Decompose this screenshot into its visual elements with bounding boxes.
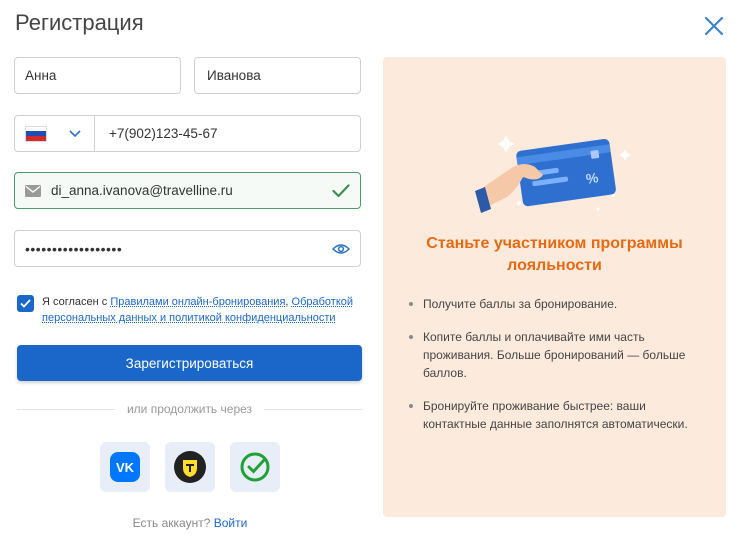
loyalty-card-illustration: %	[475, 135, 631, 213]
password-value: ••••••••••••••••••	[25, 240, 123, 257]
phone-input[interactable]: +7(902)123-45-67	[95, 126, 217, 141]
close-icon[interactable]	[704, 16, 724, 36]
check-icon	[332, 183, 350, 197]
loyalty-promo-panel: % Станьте участником программы лояльност…	[383, 57, 726, 517]
social-divider: или продолжить через	[17, 402, 362, 416]
last-name-value: Иванова	[207, 68, 261, 83]
mail-icon	[25, 184, 41, 197]
tinkoff-icon	[174, 451, 206, 483]
dialog-title: Регистрация	[15, 10, 144, 35]
promo-bullet: Копите баллы и оплачивайте ими часть про…	[409, 328, 709, 382]
promo-bullet: Бронируйте проживание быстрее: ваши конт…	[409, 397, 709, 433]
consent-text: Я согласен с Правилами онлайн-бронирован…	[42, 294, 362, 326]
divider-text: или продолжить через	[126, 402, 253, 416]
vk-login-button[interactable]: VK	[100, 442, 150, 492]
svg-text:VK: VK	[116, 460, 135, 475]
consent-checkbox[interactable]	[17, 295, 34, 312]
chevron-down-icon	[69, 129, 81, 137]
consent-prefix: Я согласен с	[42, 296, 111, 308]
email-input[interactable]: di_anna.ivanova@travelline.ru	[14, 172, 361, 209]
first-name-value: Анна	[25, 68, 57, 83]
login-link[interactable]: Войти	[214, 516, 248, 530]
phone-field: +7(902)123-45-67	[14, 115, 361, 152]
sber-icon	[240, 452, 270, 482]
promo-bullets: Получите баллы за бронирование. Копите б…	[409, 295, 709, 448]
email-value: di_anna.ivanova@travelline.ru	[51, 183, 233, 198]
sber-login-button[interactable]	[230, 442, 280, 492]
register-button[interactable]: Зарегистрироваться	[17, 345, 362, 381]
login-prompt: Есть аккаунт?	[132, 516, 211, 530]
vk-icon: VK	[110, 452, 140, 482]
russia-flag-icon	[25, 125, 47, 142]
first-name-input[interactable]: Анна	[14, 57, 181, 94]
eye-icon[interactable]	[332, 243, 350, 255]
last-name-input[interactable]: Иванова	[194, 57, 361, 94]
booking-rules-link[interactable]: Правилами онлайн-бронирования	[110, 296, 285, 308]
checkbox-check-icon	[20, 299, 31, 308]
promo-bullet: Получите баллы за бронирование.	[409, 295, 709, 313]
country-selector[interactable]	[15, 116, 95, 151]
tinkoff-login-button[interactable]	[165, 442, 215, 492]
consent-row: Я согласен с Правилами онлайн-бронирован…	[17, 294, 362, 326]
password-input[interactable]: ••••••••••••••••••	[14, 230, 361, 267]
login-row: Есть аккаунт? Войти	[0, 516, 380, 530]
promo-title: Станьте участником программы лояльности	[426, 235, 683, 274]
